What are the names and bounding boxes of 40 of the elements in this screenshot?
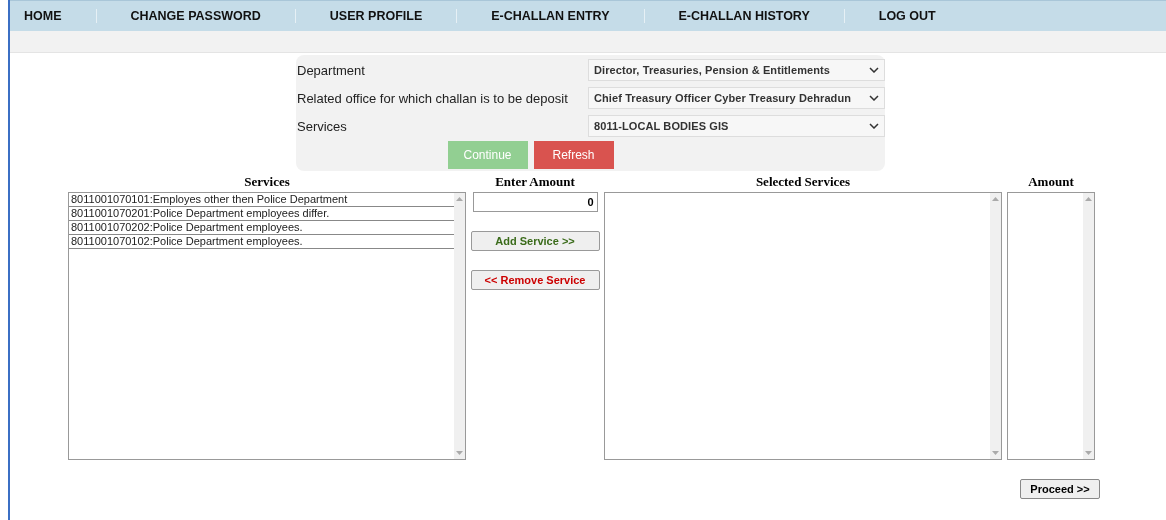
proceed-button[interactable]: Proceed >> — [1020, 479, 1100, 499]
nav-link[interactable]: HOME — [10, 9, 97, 23]
dropdown[interactable]: Chief Treasury Officer Cyber Treasury Dehradun — [588, 87, 885, 109]
caret-icon — [869, 123, 879, 129]
list-item[interactable]: 8011001070201:Police Department employees differ. — [69, 207, 454, 221]
caret-icon — [869, 67, 879, 73]
scroll-up-icon[interactable] — [456, 197, 463, 201]
refresh-button[interactable]: Refresh — [533, 141, 614, 169]
amount-field[interactable]: 0 — [472, 192, 598, 212]
column-heading: Services — [244, 174, 290, 189]
dropdown[interactable]: Director, Treasuries, Pension & Entitlements — [588, 59, 885, 81]
scrollbar[interactable] — [990, 193, 1001, 459]
list-item[interactable]: 8011001070102:Police Department employees. — [69, 235, 454, 249]
nav-link[interactable]: CHANGE PASSWORD — [96, 9, 296, 23]
selected-services-list[interactable] — [604, 192, 1002, 460]
field-label: Services — [296, 118, 347, 134]
nav-link[interactable]: USER PROFILE — [295, 9, 458, 23]
nav-link[interactable]: LOG OUT — [844, 9, 970, 23]
amount-list[interactable] — [1007, 192, 1095, 460]
scroll-down-icon[interactable] — [992, 451, 999, 455]
scrollbar[interactable] — [454, 193, 465, 459]
field-label: Department — [296, 62, 365, 78]
scroll-up-icon[interactable] — [1085, 197, 1092, 201]
add-service-button[interactable]: Add Service >> — [470, 231, 600, 251]
scroll-up-icon[interactable] — [992, 197, 999, 201]
nav-link[interactable]: E-CHALLAN ENTRY — [457, 9, 645, 23]
column-heading: Enter Amount — [495, 174, 575, 189]
column-heading: Amount — [1028, 174, 1074, 189]
scrollbar[interactable] — [1083, 193, 1094, 459]
field-label: Related office for which challan is to be deposit — [296, 90, 568, 106]
column-heading: Selected Services — [755, 174, 851, 189]
list-item[interactable]: 8011001070202:Police Department employees. — [69, 221, 454, 235]
services-list[interactable]: 8011001070101:Employes other then Police Department 8011001070201:Police Department employees differ. 8011001070202:Police Department employees. 8011001070102:Police Department employees. — [68, 192, 466, 460]
caret-icon — [869, 95, 879, 101]
scroll-down-icon[interactable] — [1085, 451, 1092, 455]
dropdown[interactable]: 8011-LOCAL BODIES GIS — [588, 115, 885, 137]
list-item[interactable]: 8011001070101:Employes other then Police Department — [69, 193, 454, 207]
scroll-down-icon[interactable] — [456, 451, 463, 455]
nav-link[interactable]: E-CHALLAN HISTORY — [644, 9, 845, 23]
remove-service-button[interactable]: << Remove Service — [470, 270, 600, 290]
